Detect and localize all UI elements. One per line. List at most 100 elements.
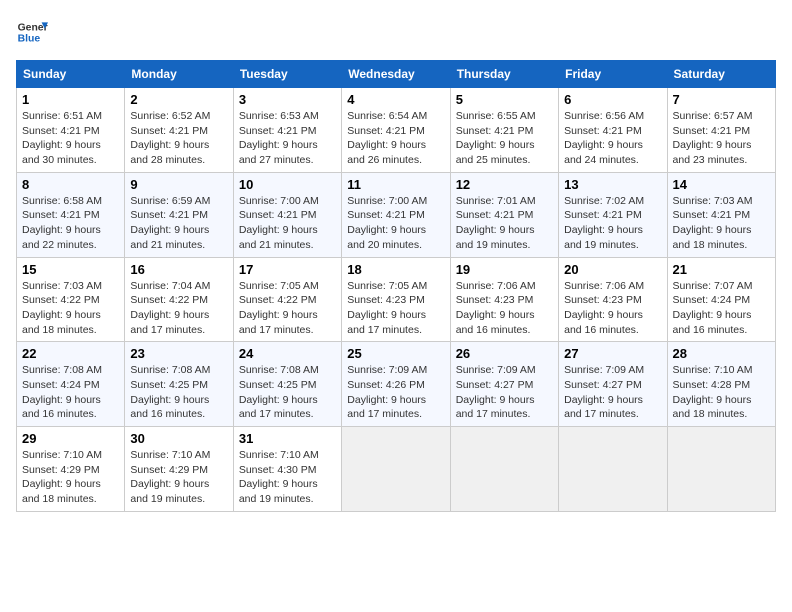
weekday-header: Friday <box>559 61 667 88</box>
day-info: Sunrise: 7:09 AM Sunset: 4:27 PM Dayligh… <box>564 363 661 422</box>
weekday-header: Tuesday <box>233 61 341 88</box>
day-number: 5 <box>456 92 553 107</box>
day-info: Sunrise: 7:10 AM Sunset: 4:28 PM Dayligh… <box>673 363 770 422</box>
calendar-day-cell: 11 Sunrise: 7:00 AM Sunset: 4:21 PM Dayli… <box>342 172 450 257</box>
calendar-day-cell: 10 Sunrise: 7:00 AM Sunset: 4:21 PM Dayli… <box>233 172 341 257</box>
day-number: 17 <box>239 262 336 277</box>
calendar-day-cell: 27 Sunrise: 7:09 AM Sunset: 4:27 PM Dayli… <box>559 342 667 427</box>
day-info: Sunrise: 6:54 AM Sunset: 4:21 PM Dayligh… <box>347 109 444 168</box>
empty-cell <box>342 427 450 512</box>
calendar-day-cell: 16 Sunrise: 7:04 AM Sunset: 4:22 PM Dayli… <box>125 257 233 342</box>
calendar-week-row: 22 Sunrise: 7:08 AM Sunset: 4:24 PM Dayli… <box>17 342 776 427</box>
day-info: Sunrise: 6:51 AM Sunset: 4:21 PM Dayligh… <box>22 109 119 168</box>
calendar-week-row: 1 Sunrise: 6:51 AM Sunset: 4:21 PM Daylig… <box>17 88 776 173</box>
calendar-day-cell: 20 Sunrise: 7:06 AM Sunset: 4:23 PM Dayli… <box>559 257 667 342</box>
calendar-day-cell: 25Sunrise: 7:09 AM Sunset: 4:26 PM Dayli… <box>342 342 450 427</box>
day-info: Sunrise: 7:08 AM Sunset: 4:25 PM Dayligh… <box>130 363 227 422</box>
calendar-day-cell: 18 Sunrise: 7:05 AM Sunset: 4:23 PM Dayli… <box>342 257 450 342</box>
calendar-table: SundayMondayTuesdayWednesdayThursdayFrid… <box>16 60 776 512</box>
day-info: Sunrise: 6:55 AM Sunset: 4:21 PM Dayligh… <box>456 109 553 168</box>
calendar-day-cell: 26 Sunrise: 7:09 AM Sunset: 4:27 PM Dayli… <box>450 342 558 427</box>
day-number: 9 <box>130 177 227 192</box>
day-info: Sunrise: 7:09 AM Sunset: 4:27 PM Dayligh… <box>456 363 553 422</box>
day-info: Sunrise: 7:03 AM Sunset: 4:21 PM Dayligh… <box>673 194 770 253</box>
day-number: 22 <box>22 346 119 361</box>
day-number: 3 <box>239 92 336 107</box>
calendar-day-cell: 9 Sunrise: 6:59 AM Sunset: 4:21 PM Daylig… <box>125 172 233 257</box>
weekday-header: Thursday <box>450 61 558 88</box>
day-info: Sunrise: 7:03 AM Sunset: 4:22 PM Dayligh… <box>22 279 119 338</box>
day-info: Sunrise: 7:05 AM Sunset: 4:22 PM Dayligh… <box>239 279 336 338</box>
day-info: Sunrise: 7:05 AM Sunset: 4:23 PM Dayligh… <box>347 279 444 338</box>
day-number: 23 <box>130 346 227 361</box>
calendar-day-cell: 14 Sunrise: 7:03 AM Sunset: 4:21 PM Dayli… <box>667 172 775 257</box>
weekday-header: Monday <box>125 61 233 88</box>
calendar-day-cell: 13 Sunrise: 7:02 AM Sunset: 4:21 PM Dayli… <box>559 172 667 257</box>
calendar-day-cell: 30 Sunrise: 7:10 AM Sunset: 4:29 PM Dayli… <box>125 427 233 512</box>
day-info: Sunrise: 6:57 AM Sunset: 4:21 PM Dayligh… <box>673 109 770 168</box>
day-number: 2 <box>130 92 227 107</box>
calendar-day-cell: 1 Sunrise: 6:51 AM Sunset: 4:21 PM Daylig… <box>17 88 125 173</box>
calendar-day-cell: 23 Sunrise: 7:08 AM Sunset: 4:25 PM Dayli… <box>125 342 233 427</box>
day-info: Sunrise: 6:58 AM Sunset: 4:21 PM Dayligh… <box>22 194 119 253</box>
empty-cell <box>450 427 558 512</box>
day-info: Sunrise: 7:10 AM Sunset: 4:29 PM Dayligh… <box>130 448 227 507</box>
day-info: Sunrise: 7:04 AM Sunset: 4:22 PM Dayligh… <box>130 279 227 338</box>
calendar-day-cell: 12 Sunrise: 7:01 AM Sunset: 4:21 PM Dayli… <box>450 172 558 257</box>
day-number: 28 <box>673 346 770 361</box>
calendar-day-cell: 22 Sunrise: 7:08 AM Sunset: 4:24 PM Dayli… <box>17 342 125 427</box>
day-number: 1 <box>22 92 119 107</box>
day-number: 26 <box>456 346 553 361</box>
day-number: 14 <box>673 177 770 192</box>
day-info: Sunrise: 6:53 AM Sunset: 4:21 PM Dayligh… <box>239 109 336 168</box>
day-info: Sunrise: 7:08 AM Sunset: 4:24 PM Dayligh… <box>22 363 119 422</box>
calendar-week-row: 29 Sunrise: 7:10 AM Sunset: 4:29 PM Dayli… <box>17 427 776 512</box>
empty-cell <box>667 427 775 512</box>
day-number: 16 <box>130 262 227 277</box>
calendar-day-cell: 21 Sunrise: 7:07 AM Sunset: 4:24 PM Dayli… <box>667 257 775 342</box>
day-info: Sunrise: 7:01 AM Sunset: 4:21 PM Dayligh… <box>456 194 553 253</box>
calendar-day-cell: 15Sunrise: 7:03 AM Sunset: 4:22 PM Dayli… <box>17 257 125 342</box>
day-number: 10 <box>239 177 336 192</box>
day-info: Sunrise: 6:59 AM Sunset: 4:21 PM Dayligh… <box>130 194 227 253</box>
day-number: 19 <box>456 262 553 277</box>
day-number: 27 <box>564 346 661 361</box>
calendar-header: SundayMondayTuesdayWednesdayThursdayFrid… <box>17 61 776 88</box>
empty-cell <box>559 427 667 512</box>
day-info: Sunrise: 7:10 AM Sunset: 4:30 PM Dayligh… <box>239 448 336 507</box>
logo-icon: General Blue <box>16 16 48 48</box>
day-number: 12 <box>456 177 553 192</box>
day-info: Sunrise: 6:52 AM Sunset: 4:21 PM Dayligh… <box>130 109 227 168</box>
day-info: Sunrise: 7:02 AM Sunset: 4:21 PM Dayligh… <box>564 194 661 253</box>
calendar-day-cell: 6 Sunrise: 6:56 AM Sunset: 4:21 PM Daylig… <box>559 88 667 173</box>
calendar-day-cell: 24 Sunrise: 7:08 AM Sunset: 4:25 PM Dayli… <box>233 342 341 427</box>
calendar-day-cell: 28 Sunrise: 7:10 AM Sunset: 4:28 PM Dayli… <box>667 342 775 427</box>
day-number: 8 <box>22 177 119 192</box>
day-info: Sunrise: 7:06 AM Sunset: 4:23 PM Dayligh… <box>564 279 661 338</box>
weekday-header: Wednesday <box>342 61 450 88</box>
day-number: 18 <box>347 262 444 277</box>
calendar-week-row: 8 Sunrise: 6:58 AM Sunset: 4:21 PM Daylig… <box>17 172 776 257</box>
day-number: 13 <box>564 177 661 192</box>
day-info: Sunrise: 7:00 AM Sunset: 4:21 PM Dayligh… <box>239 194 336 253</box>
day-number: 24 <box>239 346 336 361</box>
day-info: Sunrise: 6:56 AM Sunset: 4:21 PM Dayligh… <box>564 109 661 168</box>
day-info: Sunrise: 7:09 AM Sunset: 4:26 PM Dayligh… <box>347 363 444 422</box>
day-number: 20 <box>564 262 661 277</box>
day-info: Sunrise: 7:00 AM Sunset: 4:21 PM Dayligh… <box>347 194 444 253</box>
day-number: 30 <box>130 431 227 446</box>
calendar-day-cell: 17 Sunrise: 7:05 AM Sunset: 4:22 PM Dayli… <box>233 257 341 342</box>
day-number: 11 <box>347 177 444 192</box>
day-number: 29 <box>22 431 119 446</box>
calendar-day-cell: 29Sunrise: 7:10 AM Sunset: 4:29 PM Dayli… <box>17 427 125 512</box>
calendar-day-cell: 5 Sunrise: 6:55 AM Sunset: 4:21 PM Daylig… <box>450 88 558 173</box>
weekday-header: Saturday <box>667 61 775 88</box>
calendar-day-cell: 8 Sunrise: 6:58 AM Sunset: 4:21 PM Daylig… <box>17 172 125 257</box>
page-header: General Blue <box>16 16 776 48</box>
day-number: 4 <box>347 92 444 107</box>
day-number: 21 <box>673 262 770 277</box>
calendar-day-cell: 4 Sunrise: 6:54 AM Sunset: 4:21 PM Daylig… <box>342 88 450 173</box>
day-info: Sunrise: 7:07 AM Sunset: 4:24 PM Dayligh… <box>673 279 770 338</box>
day-number: 6 <box>564 92 661 107</box>
day-info: Sunrise: 7:08 AM Sunset: 4:25 PM Dayligh… <box>239 363 336 422</box>
